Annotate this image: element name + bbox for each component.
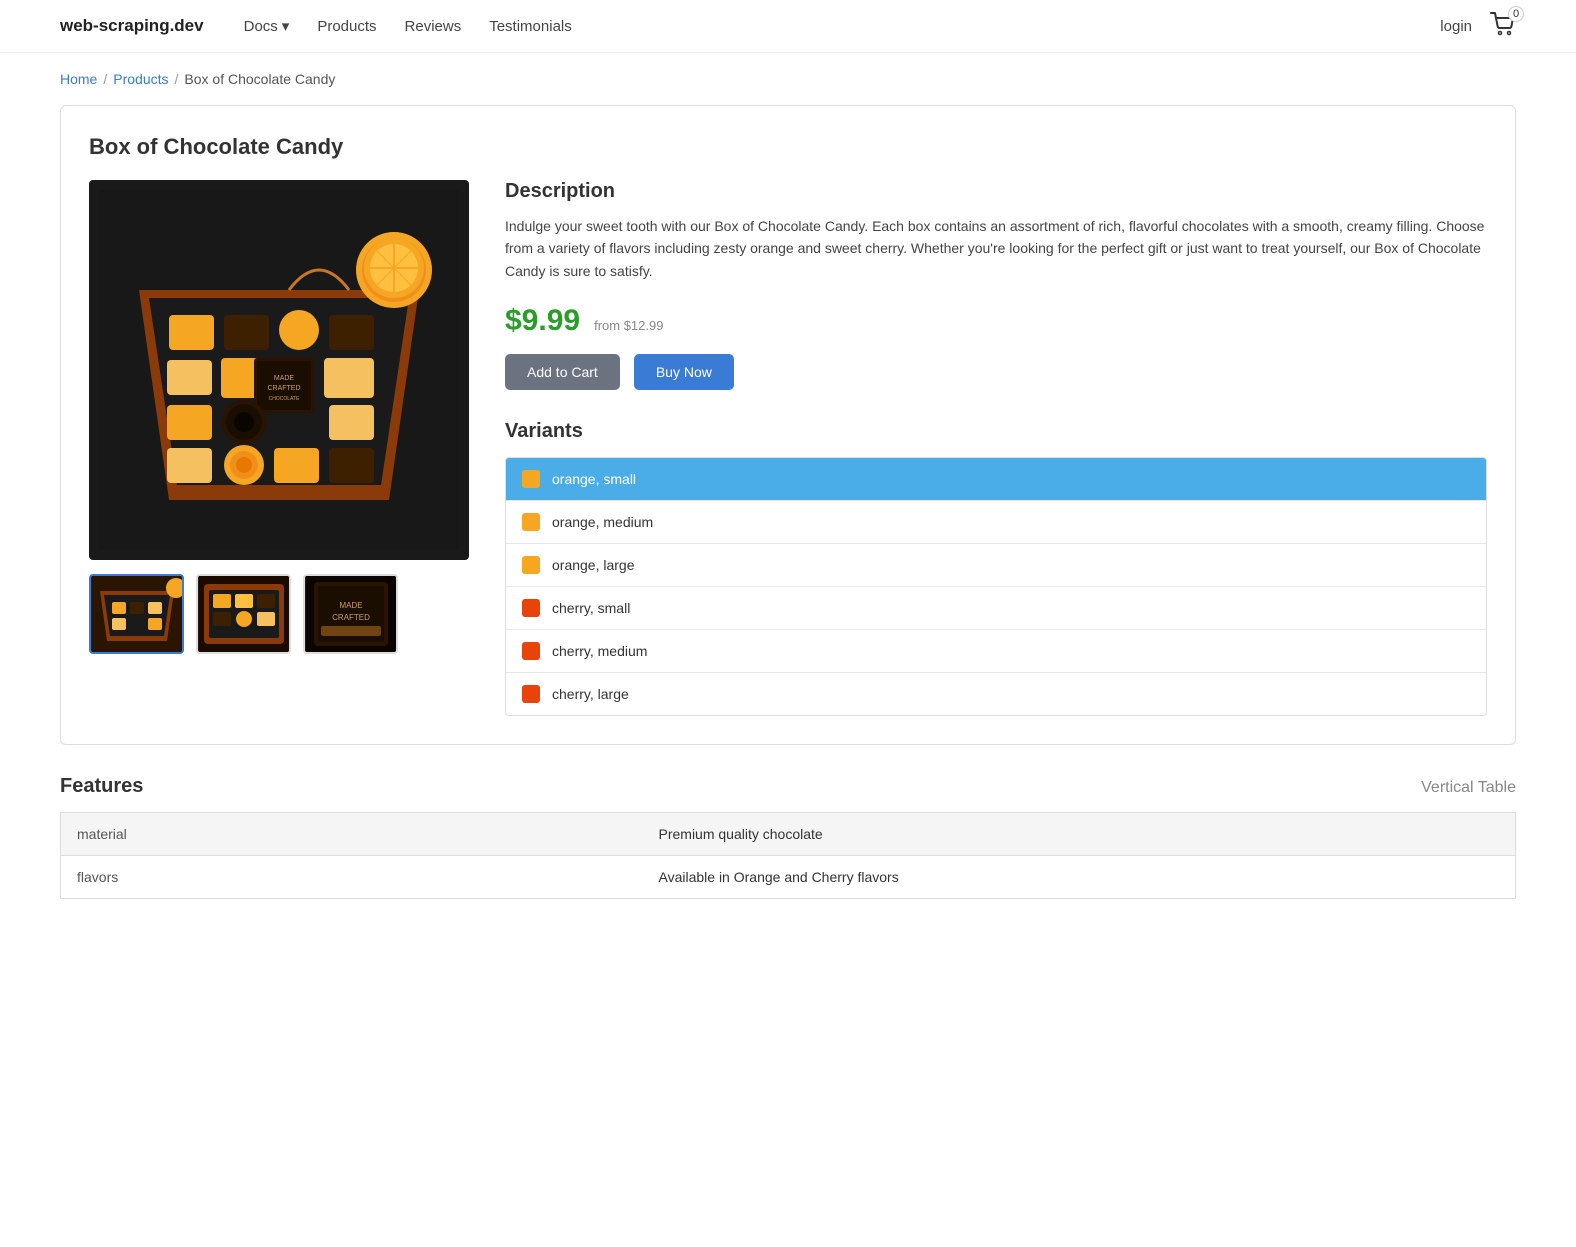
breadcrumb-sep-2: /: [175, 71, 179, 87]
variant-label: cherry, medium: [552, 643, 647, 659]
cart-count: 0: [1508, 6, 1524, 22]
login-link[interactable]: login: [1440, 18, 1472, 35]
variant-swatch: [522, 556, 540, 574]
feature-value: Premium quality chocolate: [643, 813, 1516, 856]
thumbnail-3[interactable]: MADE CRAFTED: [303, 574, 398, 654]
variant-swatch: [522, 470, 540, 488]
features-section: Features Vertical Table material Premium…: [60, 775, 1516, 899]
features-header: Features Vertical Table: [60, 775, 1516, 798]
thumbnail-1[interactable]: [89, 574, 184, 654]
breadcrumb-sep-1: /: [103, 71, 107, 87]
variant-swatch: [522, 513, 540, 531]
product-images: MADE CRAFTED CHOCOLATE: [89, 180, 469, 716]
action-row: Add to Cart Buy Now: [505, 354, 1487, 390]
variant-label: orange, large: [552, 557, 635, 573]
features-heading: Features: [60, 775, 143, 798]
nav-docs[interactable]: Docs ▾: [244, 17, 290, 35]
variant-swatch: [522, 599, 540, 617]
cart-button[interactable]: 0: [1490, 12, 1516, 40]
product-body: MADE CRAFTED CHOCOLATE: [89, 180, 1487, 716]
variant-label: cherry, small: [552, 600, 630, 616]
product-title: Box of Chocolate Candy: [89, 134, 1487, 160]
vertical-table-label: Vertical Table: [1421, 779, 1516, 797]
chevron-down-icon: ▾: [282, 17, 290, 35]
feature-key: material: [61, 813, 643, 856]
nav-products[interactable]: Products: [317, 18, 376, 35]
feature-value: Available in Orange and Cherry flavors: [643, 856, 1516, 899]
breadcrumb-products[interactable]: Products: [113, 71, 168, 87]
svg-text:CRAFTED: CRAFTED: [332, 613, 370, 622]
svg-text:MADE: MADE: [274, 375, 295, 382]
variant-swatch: [522, 642, 540, 660]
feature-key: flavors: [61, 856, 643, 899]
variant-item-cherry-large[interactable]: cherry, large: [506, 673, 1486, 715]
variant-item-orange-small[interactable]: orange, small: [506, 458, 1486, 501]
product-price-original: from $12.99: [594, 318, 663, 333]
navbar: web-scraping.dev Docs ▾ Products Reviews…: [0, 0, 1576, 53]
site-brand[interactable]: web-scraping.dev: [60, 16, 204, 36]
breadcrumb: Home / Products / Box of Chocolate Candy: [0, 53, 1576, 105]
thumbnail-strip: MADE CRAFTED: [89, 574, 469, 654]
main-product-image: MADE CRAFTED CHOCOLATE: [89, 180, 469, 560]
buy-now-button[interactable]: Buy Now: [634, 354, 734, 390]
product-details: Description Indulge your sweet tooth wit…: [505, 180, 1487, 716]
variant-swatch: [522, 685, 540, 703]
product-image-svg: MADE CRAFTED CHOCOLATE: [99, 190, 459, 550]
product-description: Indulge your sweet tooth with our Box of…: [505, 215, 1487, 282]
variant-label: orange, medium: [552, 514, 653, 530]
variant-item-orange-medium[interactable]: orange, medium: [506, 501, 1486, 544]
variants-list: orange, small orange, medium orange, lar…: [505, 457, 1487, 716]
variant-item-orange-large[interactable]: orange, large: [506, 544, 1486, 587]
features-table: material Premium quality chocolate flavo…: [60, 812, 1516, 899]
product-card: Box of Chocolate Candy: [60, 105, 1516, 745]
svg-text:CHOCOLATE: CHOCOLATE: [269, 396, 300, 402]
add-to-cart-button[interactable]: Add to Cart: [505, 354, 620, 390]
product-price: $9.99: [505, 304, 580, 338]
nav-testimonials[interactable]: Testimonials: [489, 18, 572, 35]
breadcrumb-current: Box of Chocolate Candy: [184, 71, 335, 87]
breadcrumb-home[interactable]: Home: [60, 71, 97, 87]
feature-row: material Premium quality chocolate: [61, 813, 1516, 856]
nav-links: Docs ▾ Products Reviews Testimonials: [244, 17, 1441, 35]
svg-text:MADE: MADE: [339, 601, 362, 610]
variant-item-cherry-medium[interactable]: cherry, medium: [506, 630, 1486, 673]
feature-row: flavors Available in Orange and Cherry f…: [61, 856, 1516, 899]
variants-heading: Variants: [505, 420, 1487, 443]
variant-item-cherry-small[interactable]: cherry, small: [506, 587, 1486, 630]
svg-text:CRAFTED: CRAFTED: [267, 385, 300, 392]
description-heading: Description: [505, 180, 1487, 203]
nav-actions: login 0: [1440, 12, 1516, 40]
variant-label: cherry, large: [552, 686, 629, 702]
variant-label: orange, small: [552, 471, 636, 487]
nav-reviews[interactable]: Reviews: [405, 18, 462, 35]
price-row: $9.99 from $12.99: [505, 304, 1487, 338]
thumbnail-2[interactable]: [196, 574, 291, 654]
